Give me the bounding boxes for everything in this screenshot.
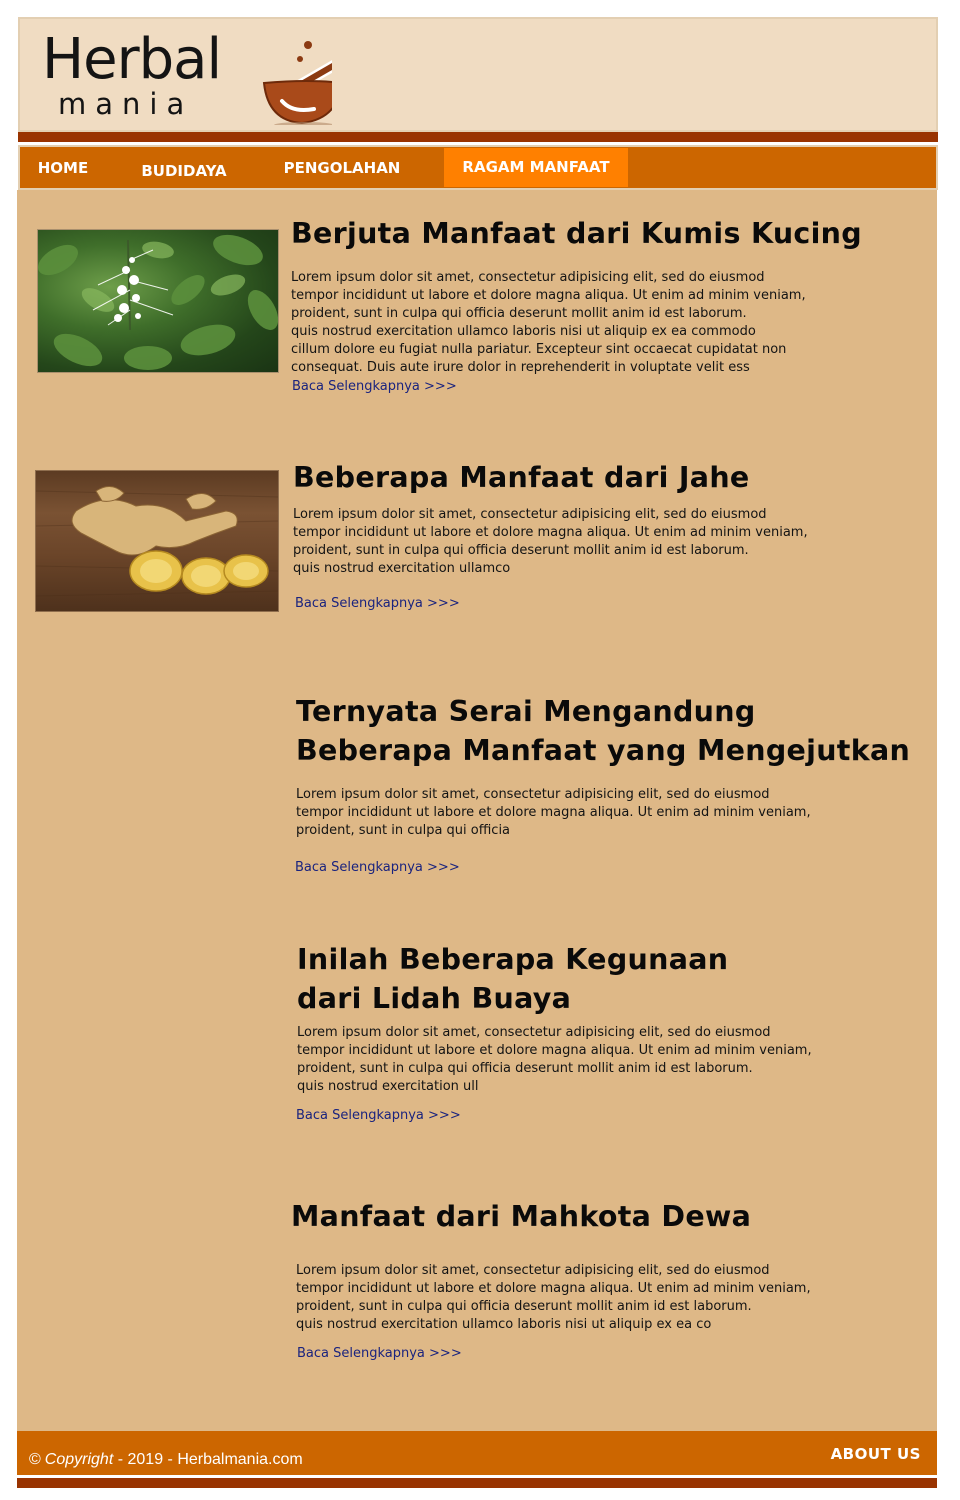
excerpt-line: proident, sunt in culpa qui officia dese…	[296, 1299, 752, 1314]
jahe-image[interactable]	[35, 470, 279, 612]
article-excerpt: Lorem ipsum dolor sit amet, consectetur …	[293, 506, 913, 578]
copyright-icon: ©	[29, 1451, 41, 1468]
excerpt-line: quis nostrud exercitation ullamco	[293, 561, 511, 576]
article-title[interactable]: Beberapa Manfaat dari Jahe	[293, 458, 913, 497]
article-excerpt: Lorem ipsum dolor sit amet, consectetur …	[297, 1024, 927, 1096]
copyright-word: Copyright	[44, 1451, 114, 1468]
article-mahkota-dewa: Manfaat dari Mahkota Dewa	[291, 1197, 921, 1236]
article-kumis-kucing: Berjuta Manfaat dari Kumis Kucing Lorem …	[291, 214, 911, 377]
excerpt-line: cillum dolore eu fugiat nulla pariatur. …	[291, 342, 787, 357]
kumis-kucing-illustration	[38, 234, 278, 370]
excerpt-line: Lorem ipsum dolor sit amet, consectetur …	[297, 1025, 771, 1040]
article-title[interactable]: Manfaat dari Mahkota Dewa	[291, 1197, 921, 1236]
excerpt-line: consequat. Duis aute irure dolor in repr…	[291, 360, 750, 375]
read-more-link[interactable]: Baca Selengkapnya >>>	[292, 379, 457, 394]
read-more-link[interactable]: Baca Selengkapnya >>>	[295, 860, 460, 875]
excerpt-line: proident, sunt in culpa qui officia dese…	[291, 306, 747, 321]
article-excerpt: Lorem ipsum dolor sit amet, consectetur …	[291, 269, 911, 377]
excerpt-line: tempor incididunt ut labore et dolore ma…	[296, 805, 811, 820]
article-title[interactable]: Ternyata Serai Mengandung Beberapa Manfa…	[296, 692, 926, 770]
header-divider	[18, 132, 938, 142]
article-title[interactable]: Berjuta Manfaat dari Kumis Kucing	[291, 214, 911, 253]
mortar-pestle-icon	[262, 41, 332, 125]
article-jahe: Beberapa Manfaat dari Jahe Lorem ipsum d…	[293, 458, 913, 578]
read-more-link[interactable]: Baca Selengkapnya >>>	[297, 1346, 462, 1361]
logo-text-herbal: Herbal	[42, 27, 222, 92]
article-lidah-buaya: Inilah Beberapa Kegunaan dari Lidah Buay…	[297, 940, 927, 1096]
nav-budidaya[interactable]: BUDIDAYA	[126, 148, 242, 191]
article-serai: Ternyata Serai Mengandung Beberapa Manfa…	[296, 692, 926, 840]
nav-ragam-manfaat[interactable]: RAGAM MANFAAT	[444, 148, 628, 187]
excerpt-line: Lorem ipsum dolor sit amet, consectetur …	[296, 787, 770, 802]
nav-home[interactable]: HOME	[20, 147, 106, 188]
excerpt-line: Lorem ipsum dolor sit amet, consectetur …	[296, 1263, 770, 1278]
site-logo[interactable]: Herbal mania	[42, 27, 342, 129]
title-line: dari Lidah Buaya	[297, 982, 572, 1015]
article-excerpt: Lorem ipsum dolor sit amet, consectetur …	[296, 786, 926, 840]
title-line: Ternyata Serai Mengandung	[296, 695, 756, 728]
excerpt-line: proident, sunt in culpa qui officia	[296, 823, 511, 838]
excerpt-line: tempor incididunt ut labore et dolore ma…	[291, 288, 806, 303]
jahe-illustration	[36, 486, 278, 597]
excerpt-line: quis nostrud exercitation ullamco labori…	[291, 324, 756, 339]
site-footer: © Copyright - 2019 - Herbalmania.com ABOU…	[17, 1431, 937, 1475]
copyright-rest: - 2019 - Herbalmania.com	[113, 1451, 303, 1468]
excerpt-line: quis nostrud exercitation ullamco labori…	[296, 1317, 712, 1332]
excerpt-line: Lorem ipsum dolor sit amet, consectetur …	[293, 507, 767, 522]
read-more-link[interactable]: Baca Selengkapnya >>>	[296, 1108, 461, 1123]
about-us-link[interactable]: ABOUT US	[831, 1445, 921, 1463]
excerpt-line: proident, sunt in culpa qui officia dese…	[293, 543, 749, 558]
site-header: Herbal mania	[18, 17, 938, 132]
main-nav: HOME BUDIDAYA PENGOLAHAN RAGAM MANFAAT	[18, 145, 938, 191]
excerpt-line: Lorem ipsum dolor sit amet, consectetur …	[291, 270, 765, 285]
article-title[interactable]: Inilah Beberapa Kegunaan dari Lidah Buay…	[297, 940, 927, 1018]
article-excerpt: Lorem ipsum dolor sit amet, consectetur …	[296, 1262, 926, 1334]
excerpt-line: tempor incididunt ut labore et dolore ma…	[297, 1043, 812, 1058]
excerpt-line: tempor incididunt ut labore et dolore ma…	[293, 525, 808, 540]
copyright-text: © Copyright - 2019 - Herbalmania.com	[29, 1451, 303, 1469]
footer-divider	[17, 1478, 937, 1488]
logo-text-mania: mania	[58, 87, 194, 121]
read-more-link[interactable]: Baca Selengkapnya >>>	[295, 596, 460, 611]
title-line: Beberapa Manfaat yang Mengejutkan	[296, 734, 911, 767]
excerpt-line: proident, sunt in culpa qui officia dese…	[297, 1061, 753, 1076]
kumis-kucing-image[interactable]	[37, 229, 279, 373]
excerpt-line: tempor incididunt ut labore et dolore ma…	[296, 1281, 811, 1296]
nav-pengolahan[interactable]: PENGOLAHAN	[268, 147, 416, 188]
excerpt-line: quis nostrud exercitation ull	[297, 1079, 479, 1094]
title-line: Inilah Beberapa Kegunaan	[297, 943, 729, 976]
main-content: Berjuta Manfaat dari Kumis Kucing Lorem …	[17, 190, 937, 1431]
